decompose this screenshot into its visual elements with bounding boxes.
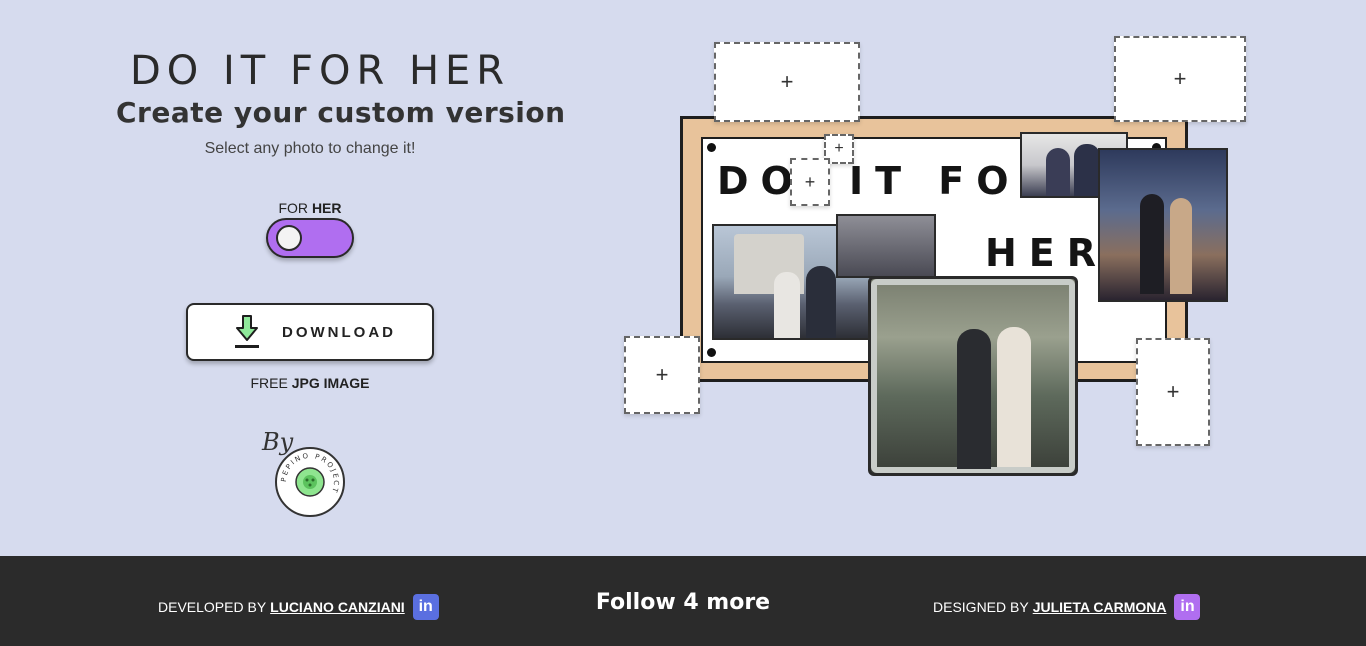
left-panel: DO IT FOR HER Create your custom version… [0,0,620,556]
for-her-toggle[interactable] [266,218,354,258]
download-icon [232,314,262,350]
toggle-knob[interactable] [276,225,302,251]
pepino-project-logo[interactable]: PEPINO PROJECT [275,447,345,517]
toggle-label-prefix: FOR [278,200,309,216]
photo-couple-night[interactable] [1098,148,1228,302]
download-subtext: FREE JPG IMAGE [0,375,620,391]
page-title: DO IT FOR HER [130,48,511,94]
add-photo-slot[interactable]: + [714,42,860,122]
free-text: FREE [250,375,288,391]
toggle-label: FOR HER [0,200,620,216]
download-button[interactable]: DOWNLOAD [186,303,434,361]
nail-icon [707,143,716,152]
nail-icon [707,348,716,357]
jpg-text: JPG IMAGE [291,375,370,391]
photo-couple-dark[interactable] [836,214,936,278]
photo-couple-subway[interactable] [868,276,1078,476]
add-photo-slot[interactable]: + [790,158,830,206]
collage-preview: DO IT FOR HER + + + + + + [620,30,1260,490]
toggle-label-bold: HER [311,200,342,216]
poster-word-her: HER [985,231,1109,275]
add-photo-slot[interactable]: + [624,336,700,414]
add-photo-slot[interactable]: + [1114,36,1246,122]
linkedin-icon[interactable]: in [1174,594,1201,620]
download-label: DOWNLOAD [282,323,396,341]
designer-link[interactable]: JULIETA CARMONA [1033,599,1167,615]
designer-prefix: DESIGNED BY [933,599,1029,615]
footer: DEVELOPED BY LUCIANO CANZIANI in Follow … [0,556,1366,646]
add-photo-slot[interactable]: + [1136,338,1210,446]
page-subtitle: Create your custom version [116,96,566,129]
designer-credit: DESIGNED BY JULIETA CARMONA in [933,594,1201,620]
hint-text: Select any photo to change it! [204,140,416,157]
